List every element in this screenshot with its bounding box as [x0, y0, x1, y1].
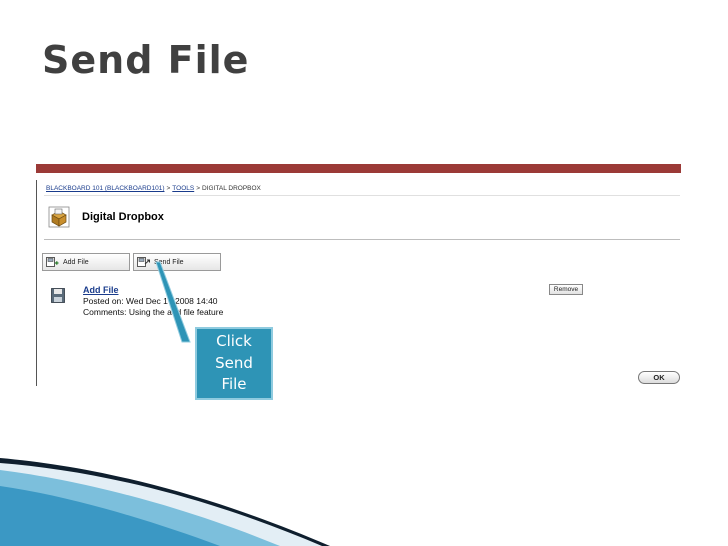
decorative-wave — [0, 458, 330, 546]
